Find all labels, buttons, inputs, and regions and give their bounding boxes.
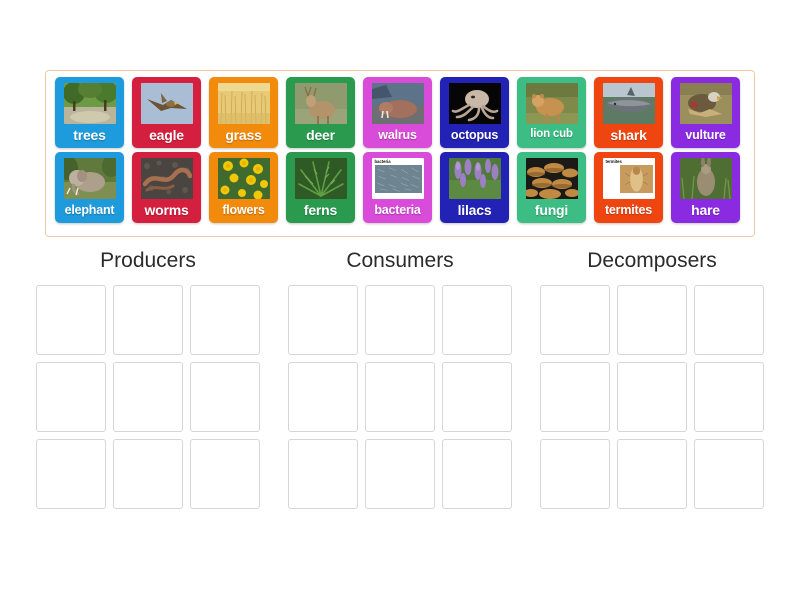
tile-label: lilacs (457, 202, 492, 218)
tile-label: elephant (64, 202, 115, 217)
tile-label: walrus (378, 127, 417, 142)
tile-image (63, 158, 116, 199)
tile-label: flowers (222, 202, 265, 217)
tile-label: ferns (303, 202, 338, 218)
tile-label: shark (610, 127, 647, 143)
tile-fungi[interactable]: fungi (517, 152, 586, 223)
tile-elephant[interactable]: elephant (55, 152, 124, 223)
tile-image (679, 83, 732, 124)
drop-slot[interactable] (190, 439, 260, 509)
drop-slot[interactable] (694, 285, 764, 355)
category-columns: Producers Consumers Decomposers (30, 250, 770, 509)
drop-slot[interactable] (617, 285, 687, 355)
drop-slot[interactable] (365, 439, 435, 509)
drop-slot[interactable] (442, 285, 512, 355)
tile-label: hare (691, 202, 720, 218)
tile-image (217, 83, 270, 124)
tile-label: termites (604, 202, 653, 217)
tile-label: worms (144, 202, 189, 218)
tile-trees[interactable]: trees (55, 77, 124, 148)
tile-image (294, 158, 347, 199)
tile-hare[interactable]: hare (671, 152, 740, 223)
category-decomposers: Decomposers (534, 250, 770, 509)
tile-tray-row-2: elephant worms flowers ferns bacteria bacteri… (51, 152, 749, 223)
drop-slot[interactable] (540, 439, 610, 509)
category-consumers: Consumers (282, 250, 518, 509)
tile-label: octopus (450, 127, 499, 142)
tile-image: termites (602, 158, 655, 199)
drop-grid-decomposers (540, 285, 764, 509)
image-body (606, 165, 653, 194)
drop-slot[interactable] (113, 285, 183, 355)
tile-label: grass (225, 127, 262, 143)
drop-slot[interactable] (694, 362, 764, 432)
drop-slot[interactable] (113, 439, 183, 509)
tile-image (448, 83, 501, 124)
tile-deer[interactable]: deer (286, 77, 355, 148)
tile-image (140, 83, 193, 124)
tile-ferns[interactable]: ferns (286, 152, 355, 223)
tile-image (140, 158, 193, 199)
drop-slot[interactable] (190, 362, 260, 432)
tile-image: bacteria (371, 158, 424, 199)
tile-label: eagle (149, 127, 184, 143)
tile-grass[interactable]: grass (209, 77, 278, 148)
drop-slot[interactable] (113, 362, 183, 432)
tile-octopus[interactable]: octopus (440, 77, 509, 148)
tile-image (525, 158, 578, 199)
drop-slot[interactable] (442, 362, 512, 432)
tile-worms[interactable]: worms (132, 152, 201, 223)
drop-slot[interactable] (36, 362, 106, 432)
tile-tray-row-1: trees eagle grass deer walrus octopus lion cub… (51, 77, 749, 148)
tile-termites[interactable]: termites termites (594, 152, 663, 223)
tile-image (448, 158, 501, 199)
tile-image (525, 83, 578, 124)
image-caption: bacteria (374, 159, 391, 164)
tile-image (294, 83, 347, 124)
tile-shark[interactable]: shark (594, 77, 663, 148)
tile-image (679, 158, 732, 199)
category-title-consumers: Consumers (346, 249, 454, 272)
drop-grid-consumers (288, 285, 512, 509)
drop-slot[interactable] (540, 362, 610, 432)
tile-eagle[interactable]: eagle (132, 77, 201, 148)
tile-image (217, 158, 270, 199)
tile-vulture[interactable]: vulture (671, 77, 740, 148)
drop-slot[interactable] (617, 439, 687, 509)
drop-slot[interactable] (36, 285, 106, 355)
group-sort-activity: trees eagle grass deer walrus octopus lion cub… (0, 0, 800, 600)
tile-label: deer (306, 127, 335, 143)
drop-slot[interactable] (288, 285, 358, 355)
image-body (374, 165, 422, 194)
drop-slot[interactable] (288, 362, 358, 432)
drop-grid-producers (36, 285, 260, 509)
tile-image (63, 83, 116, 124)
image-caption: termites (605, 159, 622, 164)
drop-slot[interactable] (365, 285, 435, 355)
drop-slot[interactable] (540, 285, 610, 355)
tile-bacteria[interactable]: bacteria bacteria (363, 152, 432, 223)
drop-slot[interactable] (694, 439, 764, 509)
tile-label: vulture (685, 127, 726, 142)
tile-flowers[interactable]: flowers (209, 152, 278, 223)
drop-slot[interactable] (365, 362, 435, 432)
tile-walrus[interactable]: walrus (363, 77, 432, 148)
tile-label: bacteria (374, 202, 421, 217)
tile-lion-cub[interactable]: lion cub (517, 77, 586, 148)
category-title-decomposers: Decomposers (587, 249, 717, 272)
category-title-producers: Producers (100, 249, 196, 272)
drop-slot[interactable] (36, 439, 106, 509)
drop-slot[interactable] (288, 439, 358, 509)
tile-image (371, 83, 424, 124)
tile-lilacs[interactable]: lilacs (440, 152, 509, 223)
tile-label: fungi (534, 202, 569, 218)
tile-label: trees (73, 127, 106, 143)
category-producers: Producers (30, 250, 266, 509)
tile-label: lion cub (530, 128, 573, 141)
drop-slot[interactable] (442, 439, 512, 509)
tile-tray: trees eagle grass deer walrus octopus lion cub… (45, 70, 755, 237)
drop-slot[interactable] (617, 362, 687, 432)
tile-image (602, 83, 655, 124)
drop-slot[interactable] (190, 285, 260, 355)
